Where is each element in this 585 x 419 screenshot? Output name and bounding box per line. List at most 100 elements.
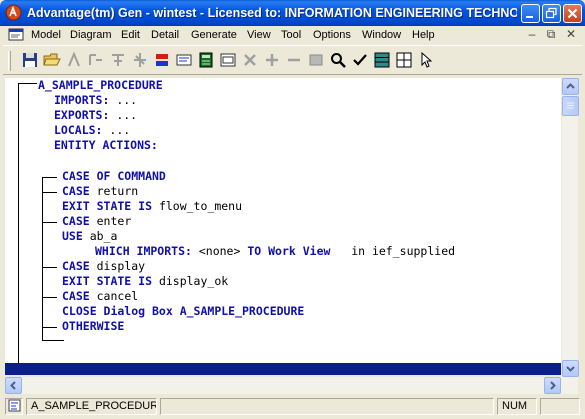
code-line-case-display[interactable]: CASE display [62,259,145,274]
menu-generate[interactable]: Generate [191,28,237,42]
view-icon[interactable] [219,51,237,69]
minus-icon[interactable] [285,51,303,69]
status-message-pane [160,398,494,415]
status-bar: A_SAMPLE_PROCEDUR NUM [3,396,582,416]
grid-icon[interactable] [373,51,391,69]
keyword-text: USE [62,229,83,243]
keyword-text: EXIT STATE IS [62,199,153,213]
menu-diagram[interactable]: Diagram [70,28,112,42]
mdi-minimize-icon[interactable]: – [525,27,539,41]
code-line-locals[interactable]: LOCALS: ... [54,123,130,138]
menu-help[interactable]: Help [412,28,435,42]
menu-window[interactable]: Window [362,28,401,42]
code-text: in ief_supplied [330,244,456,258]
add-node-icon[interactable] [131,51,149,69]
color-icon[interactable] [153,51,171,69]
plus-icon[interactable] [263,51,281,69]
menu-model[interactable]: Model [31,28,61,42]
keyword-text: CLOSE Dialog Box A_SAMPLE_PROCEDURE [62,304,305,318]
add-subtree-icon[interactable] [109,51,127,69]
keyword-text: CASE OF COMMAND [62,169,166,183]
code-line-exit-state[interactable]: EXIT STATE IS display_ok [62,274,228,289]
code-line-case-return[interactable]: CASE return [62,184,138,199]
calculator-icon[interactable] [197,51,215,69]
code-line-exit-state[interactable]: EXIT STATE IS flow_to_menu [62,199,242,214]
chevron-left-icon [10,381,16,390]
menu-options[interactable]: Options [313,28,351,42]
box-icon[interactable] [307,51,325,69]
comment-icon[interactable] [175,51,193,69]
code-line-exports[interactable]: EXPORTS: ... [54,108,137,123]
keyword-text: EXIT STATE IS [62,274,153,288]
procedure-name-pane: A_SAMPLE_PROCEDUR [26,398,157,415]
save-icon[interactable] [21,51,39,69]
find-icon[interactable] [329,51,347,69]
code-text: enter [89,214,132,228]
code-line-entity-actions[interactable]: ENTITY ACTIONS: [54,138,158,153]
toolbar-grip[interactable] [8,51,11,71]
window-title: Advantage(tm) Gen - wintest - Licensed t… [27,6,517,20]
tree-branch-line [18,83,37,84]
code-line-close-dialog[interactable]: CLOSE Dialog Box A_SAMPLE_PROCEDURE [62,304,304,319]
code-text: ... [109,93,138,107]
vertical-scrollbar[interactable] [561,78,579,377]
code-line-procedure[interactable]: A_SAMPLE_PROCEDURE [38,78,163,93]
selection-highlight-bar[interactable] [5,363,561,375]
action-diagram-editor[interactable]: A_SAMPLE_PROCEDURE IMPORTS: ... EXPORTS:… [5,78,561,363]
code-text: ... [102,123,131,137]
code-text: cancel [89,289,139,303]
code-line-otherwise[interactable]: OTHERWISE [62,319,124,334]
title-bar[interactable]: Advantage(tm) Gen - wintest - Licensed t… [0,0,585,26]
add-action-icon[interactable] [65,51,83,69]
window-icon[interactable] [395,51,413,69]
keyword-text: EXPORTS: [54,108,110,122]
chevron-down-icon [566,366,575,372]
maximize-button[interactable] [542,4,561,23]
case-bracket-line [42,340,64,341]
add-statement-icon[interactable] [87,51,105,69]
menu-edit[interactable]: Edit [121,28,140,42]
app-logo-icon [5,4,22,21]
scroll-left-button[interactable] [5,377,22,394]
code-line-imports[interactable]: IMPORTS: ... [54,93,137,108]
code-line-which-imports[interactable]: WHICH IMPORTS: <none> TO Work View in ie… [95,244,455,259]
case-tick [42,267,57,268]
keyword-text: ENTITY ACTIONS: [54,138,158,152]
code-line-case-of-command[interactable]: CASE OF COMMAND [62,169,166,184]
keyword-text: CASE [62,259,90,273]
code-line-case-enter[interactable]: CASE enter [62,214,131,229]
check-icon[interactable] [351,51,369,69]
code-line-case-cancel[interactable]: CASE cancel [62,289,138,304]
close-icon [567,8,578,19]
case-bracket-line [42,177,43,341]
delete-icon[interactable] [241,51,259,69]
scroll-right-button[interactable] [544,377,561,394]
keyword-text: CASE [62,214,90,228]
tree-view-icon [8,399,21,412]
keyword-text: LOCALS: [54,123,103,137]
keyword-text: WHICH IMPORTS: [95,244,192,258]
close-button[interactable] [563,4,582,23]
menu-view[interactable]: View [247,28,271,42]
chevron-up-icon [566,83,575,89]
code-text: ... [109,108,138,122]
status-icon-pane [5,398,23,415]
cursor-icon[interactable] [417,51,435,69]
code-text: return [89,184,139,198]
restore-icon [545,7,557,19]
menu-detail[interactable]: Detail [151,28,179,42]
minimize-button[interactable] [521,4,540,23]
document-icon[interactable] [8,27,24,42]
mdi-restore-icon[interactable]: ⧉ [544,27,558,41]
horizontal-scrollbar[interactable] [5,377,578,394]
keyword-text: OTHERWISE [62,319,125,333]
keyword-text: CASE [62,289,90,303]
open-folder-icon[interactable] [43,51,61,69]
vertical-scroll-thumb[interactable] [562,96,579,116]
scroll-up-button[interactable] [562,78,579,95]
menu-tool[interactable]: Tool [281,28,301,42]
toolbar [3,45,582,75]
code-line-use[interactable]: USE ab_a [62,229,117,244]
scroll-down-button[interactable] [562,360,579,377]
mdi-close-icon[interactable]: ✕ [564,27,578,41]
